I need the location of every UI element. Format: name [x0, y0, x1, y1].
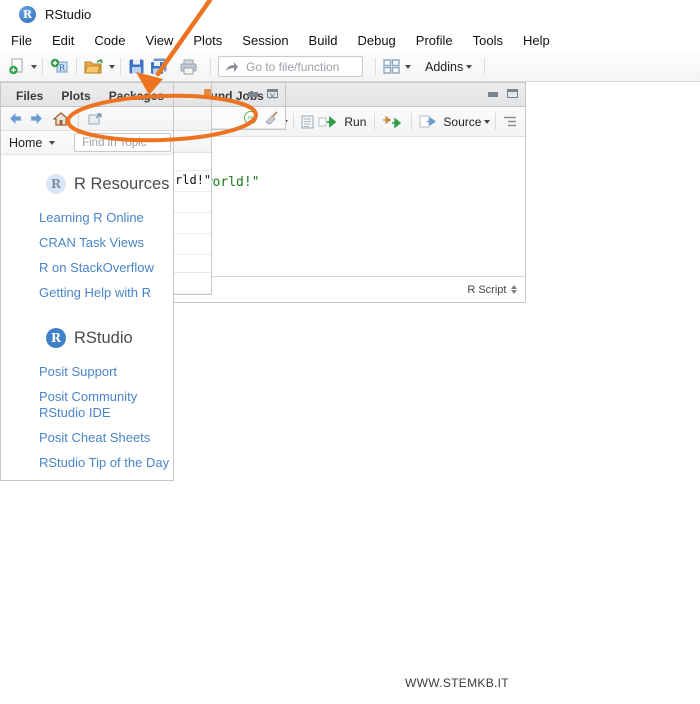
source-file-icon[interactable]	[417, 113, 439, 130]
toolbar-separator	[42, 58, 43, 75]
rerun-icon[interactable]	[380, 114, 406, 130]
compile-report-icon[interactable]	[299, 113, 316, 131]
save-all-icon[interactable]	[147, 56, 171, 77]
r-resources-heading: R R Resources	[46, 174, 173, 194]
menu-item[interactable]: Edit	[43, 29, 85, 52]
help-home-content: R R Resources Learning R Online CRAN Task…	[1, 155, 173, 480]
toolbar-separator	[210, 58, 211, 75]
r-logo-icon: R	[46, 174, 66, 194]
goto-file-function-input[interactable]	[244, 59, 356, 75]
new-project-icon[interactable]: R	[48, 56, 71, 77]
clear-console-broom-icon[interactable]	[264, 110, 279, 125]
save-icon[interactable]	[126, 56, 147, 77]
menu-item[interactable]: Session	[233, 29, 299, 52]
help-back-icon[interactable]	[6, 110, 25, 127]
toolbar-separator	[78, 110, 79, 127]
rstudio-heading: R RStudio	[46, 328, 173, 348]
workspace-panes-icon[interactable]	[381, 57, 402, 76]
rstudio-links: Posit Support Posit Community RStudio IDE…	[39, 364, 173, 471]
app-title: RStudio	[45, 7, 91, 22]
toolbar-separator	[495, 113, 496, 130]
help-toolbar	[1, 107, 173, 131]
help-link[interactable]: R on StackOverflow	[39, 260, 173, 276]
new-file-icon[interactable]	[6, 56, 28, 77]
find-in-topic-box	[74, 133, 171, 152]
tab-plots[interactable]: Plots	[52, 86, 99, 106]
help-home-dropdown[interactable]: Home	[9, 136, 42, 150]
help-link[interactable]: CRAN Task Views	[39, 235, 173, 251]
menu-item[interactable]: Build	[300, 29, 349, 52]
help-nav-row: Home	[1, 131, 173, 155]
help-link[interactable]: RStudio Tip of the Day	[39, 455, 173, 471]
help-link[interactable]: Posit Community RStudio IDE	[39, 389, 157, 421]
filetype-updown-icon	[511, 285, 517, 295]
tab-files[interactable]: Files	[7, 86, 52, 106]
minimize-pane-icon[interactable]	[248, 92, 258, 97]
minimize-pane-icon[interactable]	[488, 92, 498, 97]
menu-item[interactable]: File	[2, 29, 43, 52]
help-link[interactable]: Posit Support	[39, 364, 173, 380]
help-home-caret[interactable]	[49, 141, 55, 145]
toolbar-separator	[120, 58, 121, 75]
run-icon[interactable]	[316, 114, 340, 130]
help-open-in-new-window-icon[interactable]	[86, 110, 105, 127]
toolbar-separator	[484, 58, 485, 75]
workspace-panes-caret[interactable]	[405, 65, 411, 69]
menu-item[interactable]: Profile	[407, 29, 464, 52]
file-type-selector[interactable]: R Script	[467, 284, 517, 296]
rstudio-window: R RStudio FileEditCodeViewPlotsSessionBu…	[0, 0, 700, 704]
session-suspend-icon[interactable]: ∞	[244, 111, 257, 124]
source-dropdown-caret[interactable]	[484, 120, 490, 124]
toolbar-separator	[76, 58, 77, 75]
open-file-dropdown-caret[interactable]	[109, 65, 115, 69]
title-bar: R RStudio	[0, 0, 700, 28]
toolbar-separator	[375, 58, 376, 75]
menu-item[interactable]: Debug	[348, 29, 406, 52]
help-link[interactable]: Learning R Online	[39, 210, 173, 226]
addins-caret[interactable]	[466, 65, 472, 69]
rstudio-logo-icon: R	[46, 328, 66, 348]
maximize-pane-icon[interactable]	[267, 89, 278, 98]
tab-packages[interactable]: Packages	[100, 86, 173, 106]
menu-item[interactable]: View	[136, 29, 184, 52]
watermark: WWW.STEMKB.IT	[405, 676, 509, 690]
open-file-icon[interactable]	[82, 57, 106, 77]
goto-file-function-box	[218, 56, 363, 77]
menu-item[interactable]: Tools	[464, 29, 514, 52]
toolbar-separator	[374, 113, 375, 130]
toolbar-separator	[411, 113, 412, 130]
connections-tab-partial-icon[interactable]	[204, 89, 212, 99]
new-file-dropdown-caret[interactable]	[31, 65, 37, 69]
document-outline-icon[interactable]	[501, 114, 519, 129]
find-in-topic-input[interactable]	[80, 136, 164, 150]
help-home-icon[interactable]	[51, 110, 71, 128]
toolbar-separator	[293, 113, 294, 130]
goto-arrow-icon	[225, 61, 238, 72]
print-icon[interactable]	[177, 57, 200, 77]
help-link[interactable]: Posit Cheat Sheets	[39, 430, 173, 446]
addins-button[interactable]: Addins	[425, 60, 463, 74]
menu-bar: FileEditCodeViewPlotsSessionBuildDebugPr…	[0, 28, 700, 52]
help-pane: Files Plots Packages Home	[0, 82, 174, 481]
help-link[interactable]: Getting Help with R	[39, 285, 173, 301]
maximize-pane-icon[interactable]	[507, 89, 518, 98]
rstudio-logo-icon: R	[19, 6, 36, 23]
source-button[interactable]: Source	[443, 115, 481, 129]
menu-item[interactable]: Code	[85, 29, 136, 52]
run-button[interactable]: Run	[344, 115, 366, 129]
menu-item[interactable]: Help	[514, 29, 561, 52]
help-tabstrip: Files Plots Packages	[1, 83, 173, 107]
help-forward-icon[interactable]	[27, 110, 46, 127]
menu-item[interactable]: Plots	[184, 29, 233, 52]
main-toolbar: R Addins	[0, 52, 700, 82]
r-resources-links: Learning R Online CRAN Task Views R on Sta…	[39, 210, 173, 301]
svg-text:R: R	[59, 64, 66, 73]
